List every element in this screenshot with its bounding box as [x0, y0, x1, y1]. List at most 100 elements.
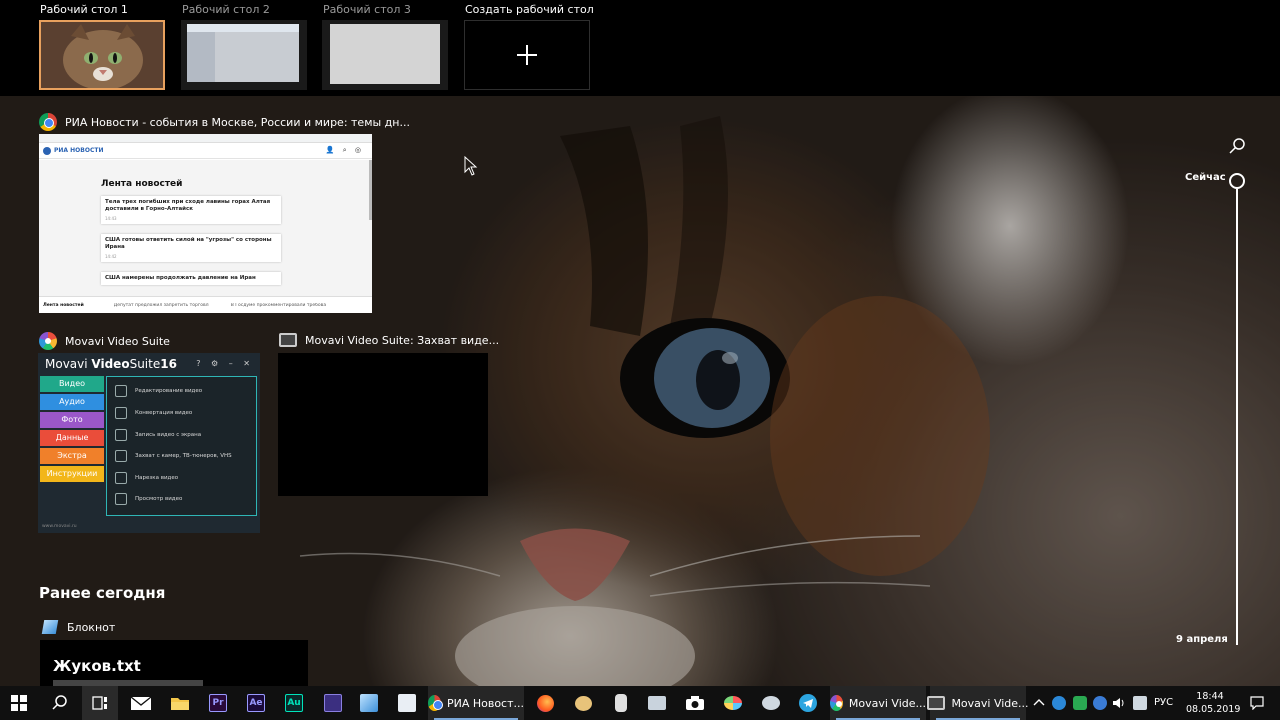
screen-record-icon — [115, 429, 127, 441]
volume-icon[interactable] — [1112, 696, 1126, 710]
task-view-button[interactable] — [82, 686, 118, 720]
desktop-1-thumbnail[interactable] — [39, 20, 165, 90]
news-item: США намерены продолжать давление на Иран — [101, 272, 281, 285]
photo-editor-button[interactable] — [316, 686, 350, 720]
capture-app-icon — [927, 696, 946, 710]
window-title-capture[interactable]: Movavi Video Suite: Захват виде... — [279, 333, 499, 347]
bottom-bar-item: В Госдуме прокомментировали требования И… — [230, 302, 326, 308]
search-icon[interactable] — [1228, 137, 1246, 155]
onedrive-icon[interactable] — [1052, 696, 1066, 710]
ria-logo-icon — [43, 146, 51, 155]
voice-recorder-button[interactable] — [604, 686, 638, 720]
play-video-icon — [115, 493, 127, 505]
timeline-handle[interactable] — [1229, 173, 1245, 189]
taskbar-app-ria[interactable]: РИА Новост... — [428, 686, 524, 720]
paint-palette-icon — [574, 695, 592, 711]
site-header: РИА НОВОСТИ 👤 ⌕ ◎ — [39, 143, 372, 159]
taskbar-app-movavi[interactable]: Movavi Vide... — [830, 686, 926, 720]
taskbar-app-label: Movavi Vide... — [951, 696, 1029, 710]
premiere-icon: Pr — [209, 694, 227, 712]
activity-card-notepad[interactable]: Жуков.txt — [40, 640, 308, 686]
menu-item: Запись видео с экрана — [115, 429, 201, 441]
window-thumbnail-capture[interactable] — [278, 353, 488, 496]
desktop-label: Рабочий стол 2 — [182, 3, 270, 16]
paint3d-button[interactable] — [716, 686, 750, 720]
telegram-button[interactable] — [790, 686, 826, 720]
menu-item-label: Захват с камер, ТВ-тюнеров, VHS — [135, 453, 232, 459]
audition-button[interactable]: Au — [276, 686, 312, 720]
tab-instructions: Инструкции — [40, 466, 104, 482]
menu-item-label: Нарезка видео — [135, 475, 179, 481]
window-thumbnail-ria[interactable]: РИА НОВОСТИ 👤 ⌕ ◎ Лента новостей Тела тр… — [39, 134, 372, 313]
documents-button[interactable] — [390, 686, 424, 720]
window-controls: ? ⚙ – ✕ — [196, 359, 254, 368]
movavi-icon — [39, 332, 57, 350]
folder-icon — [171, 698, 189, 710]
menu-item-label: Запись видео с экрана — [135, 432, 202, 438]
menu-item: Просмотр видео — [115, 493, 182, 505]
new-desktop-label: Создать рабочий стол — [465, 3, 594, 16]
taskbar: Pr Ae Au РИА Новост... Movavi Vide... Mo… — [0, 686, 1280, 720]
news-time: 14:42 — [105, 254, 117, 259]
system-clock[interactable]: 18:44 08.05.2019 — [1186, 690, 1240, 716]
language-indicator[interactable]: РУС — [1154, 686, 1173, 720]
brand-number: 16 — [160, 357, 177, 371]
search-button[interactable] — [42, 686, 78, 720]
desktop-3-thumbnail[interactable] — [322, 20, 448, 90]
paint-button[interactable] — [566, 686, 600, 720]
news-item: США готовы ответить силой на "угрозы" со… — [101, 234, 281, 262]
news-headline: Тела трех погибших при сходе лавины гора… — [105, 199, 271, 212]
feed-title: Лента новостей — [101, 179, 183, 189]
after-effects-button[interactable]: Ae — [238, 686, 274, 720]
camera-button[interactable] — [678, 686, 712, 720]
movavi-video-panel: Редактирование видео Конвертация видео З… — [106, 376, 257, 516]
brand-suite: Suite — [129, 357, 161, 371]
timeline-now-label: Сейчас — [1185, 172, 1226, 183]
activity-app-name: Блокнот — [67, 620, 116, 634]
firefox-button[interactable] — [528, 686, 562, 720]
news-headline: США намерены продолжать давление на Иран — [105, 275, 256, 281]
kitten-thumbnail-image — [41, 22, 163, 90]
taskbar-app-capture[interactable]: Movavi Vide... — [927, 686, 1029, 720]
telegram-icon — [799, 694, 817, 712]
desktop-2-thumbnail[interactable] — [181, 20, 307, 90]
photo-app-button[interactable] — [754, 686, 788, 720]
device-button[interactable] — [640, 686, 674, 720]
tab-audio: Аудио — [40, 394, 104, 410]
tab-photo: Фото — [40, 412, 104, 428]
network-icon[interactable] — [1093, 696, 1107, 710]
bottom-bar-title: Лента новостей — [43, 302, 84, 308]
chrome-icon — [39, 113, 57, 131]
window-thumbnail-movavi[interactable]: Movavi VideoSuite16 ? ⚙ – ✕ Видео Аудио … — [38, 353, 260, 533]
firefox-icon — [536, 694, 554, 712]
premiere-button[interactable]: Pr — [200, 686, 236, 720]
plus-icon — [517, 45, 537, 65]
menu-item: Нарезка видео — [115, 472, 178, 484]
task-view-icon — [92, 696, 107, 710]
activity-file-name: Жуков.txt — [53, 657, 141, 675]
capture-app-icon — [279, 333, 297, 347]
menu-item: Конвертация видео — [115, 407, 192, 419]
menu-item-label: Конвертация видео — [135, 410, 193, 416]
activity-title-notepad[interactable]: Блокнот — [41, 620, 116, 634]
window-title-ria[interactable]: РИА Новости - события в Москве, России и… — [39, 113, 410, 131]
taskbar-app-label: Movavi Vide... — [848, 696, 926, 710]
notifications-icon[interactable] — [1250, 696, 1264, 710]
notepad-button[interactable] — [352, 686, 386, 720]
menu-item-label: Редактирование видео — [135, 388, 203, 394]
timeline-track[interactable] — [1236, 189, 1238, 645]
start-button[interactable] — [0, 686, 38, 720]
security-icon[interactable] — [1073, 696, 1087, 710]
explorer-button[interactable] — [162, 686, 198, 720]
tab-video: Видео — [40, 376, 104, 392]
window-title-movavi[interactable]: Movavi Video Suite — [39, 332, 170, 350]
tab-data: Данные — [40, 430, 104, 446]
new-desktop-button[interactable] — [464, 20, 590, 90]
mail-button[interactable] — [122, 686, 160, 720]
scrollbar — [369, 160, 372, 220]
virtual-desktops-bar: Рабочий стол 1 Рабочий стол 2 Рабочий ст… — [0, 0, 1280, 96]
chevron-up-icon[interactable] — [1032, 696, 1046, 710]
paint3d-icon — [724, 696, 742, 710]
keyboard-icon[interactable] — [1133, 696, 1147, 710]
timeline-date-label: 9 апреля — [1176, 634, 1228, 645]
